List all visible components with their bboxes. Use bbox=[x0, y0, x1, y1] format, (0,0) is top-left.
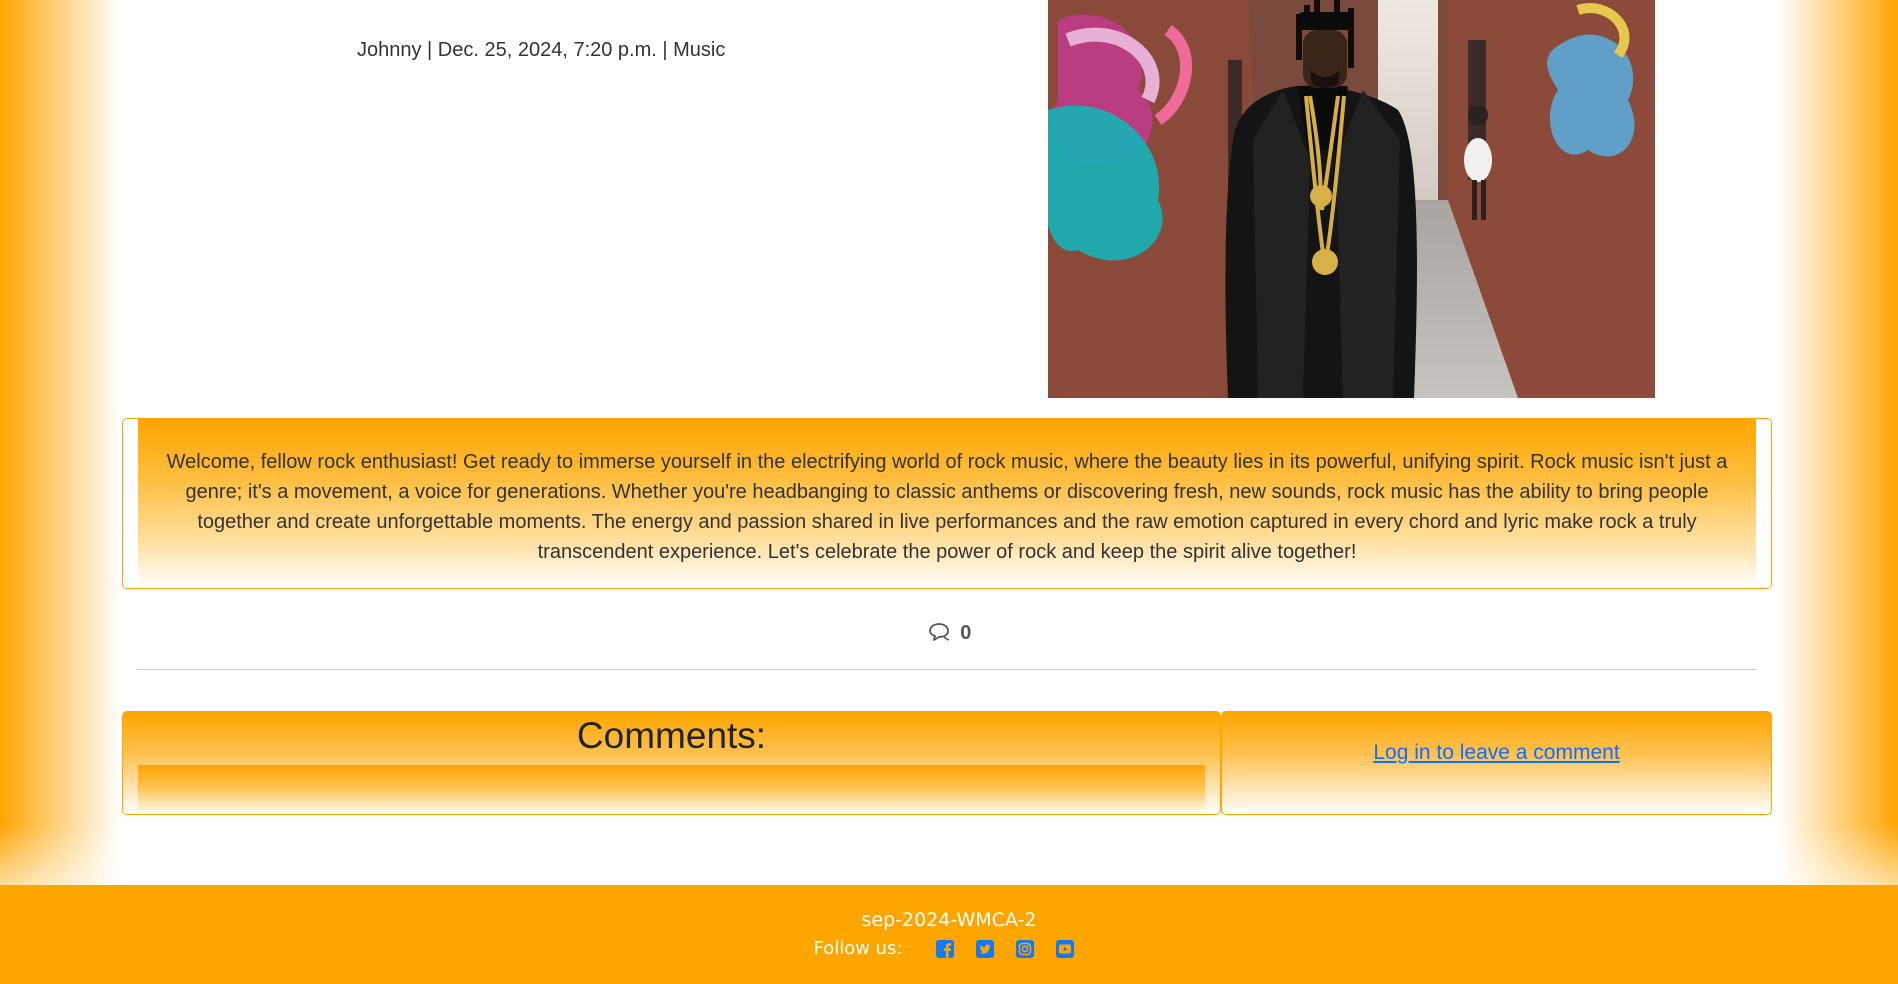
footer-social: Follow us: bbox=[0, 938, 1898, 959]
post-excerpt-card: Welcome, fellow rock enthusiast! Get rea… bbox=[122, 418, 1772, 589]
facebook-icon[interactable] bbox=[935, 939, 955, 959]
login-to-comment-link[interactable]: Log in to leave a comment bbox=[1222, 741, 1771, 765]
comment-count-value: 0 bbox=[960, 622, 972, 644]
footer: sep-2024-WMCA-2 Follow us: bbox=[0, 885, 1898, 984]
comments-list bbox=[138, 765, 1205, 810]
comments-icon bbox=[927, 622, 961, 644]
youtube-icon[interactable] bbox=[1055, 939, 1075, 959]
post-excerpt: Welcome, fellow rock enthusiast! Get rea… bbox=[138, 419, 1756, 588]
post-image bbox=[1048, 0, 1655, 398]
footer-brand: sep-2024-WMCA-2 bbox=[861, 909, 1037, 931]
instagram-icon[interactable] bbox=[1015, 939, 1035, 959]
login-prompt-card: Log in to leave a comment bbox=[1221, 711, 1772, 815]
comments-section: Comments: bbox=[122, 711, 1221, 815]
comment-count: 0 bbox=[0, 622, 1898, 645]
comments-title: Comments: bbox=[576, 715, 767, 756]
twitter-icon[interactable] bbox=[975, 939, 995, 959]
follow-label: Follow us: bbox=[813, 938, 903, 959]
post-meta: Johnny | Dec. 25, 2024, 7:20 p.m. | Musi… bbox=[357, 39, 726, 61]
divider bbox=[137, 669, 1757, 670]
